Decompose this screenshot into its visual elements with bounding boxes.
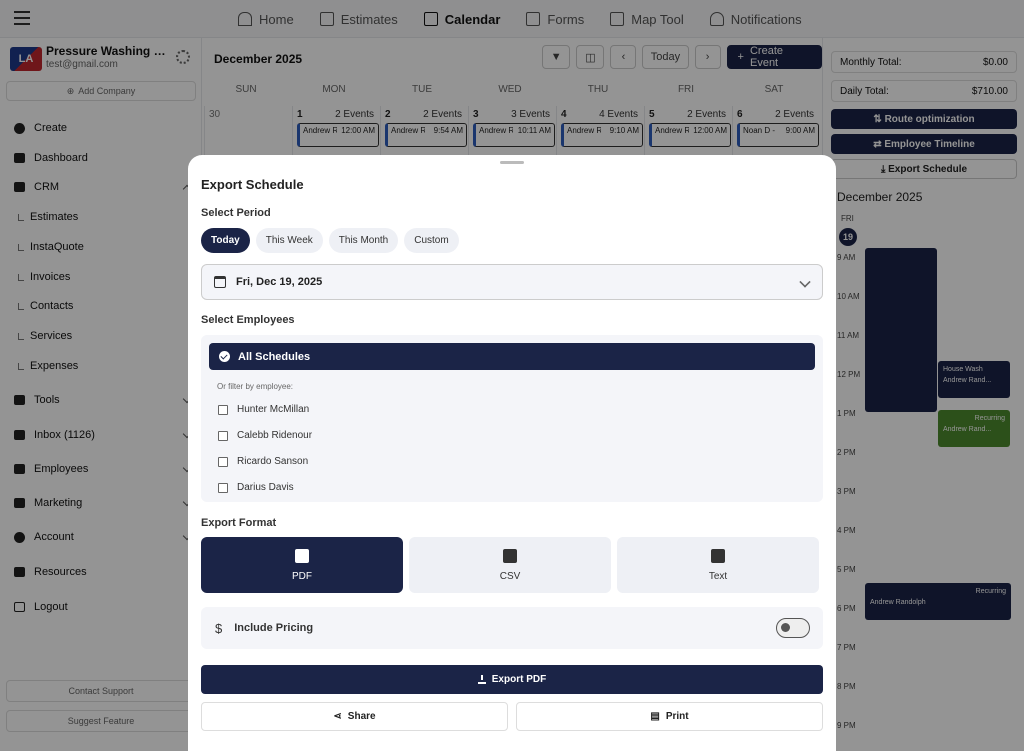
employee-name: Darius Davis (237, 482, 294, 493)
download-icon (477, 675, 486, 684)
share-icon: ⋖ (333, 711, 342, 722)
calendar-icon (214, 276, 226, 288)
period-custom[interactable]: Custom (404, 228, 459, 253)
format-pdf[interactable]: PDF (201, 537, 403, 593)
filter-hint: Or filter by employee: (217, 382, 294, 391)
checkbox[interactable] (218, 430, 228, 441)
print-button[interactable]: ▤ Print (516, 702, 823, 731)
drag-handle[interactable] (500, 161, 524, 164)
date-picker[interactable]: Fri, Dec 19, 2025 (201, 264, 823, 300)
format-label-pdf: PDF (292, 570, 312, 582)
checkbox[interactable] (218, 456, 228, 467)
employees-label: Select Employees (201, 314, 295, 326)
printer-icon: ▤ (650, 711, 660, 722)
selected-date: Fri, Dec 19, 2025 (236, 276, 323, 288)
check-circle-icon (219, 351, 230, 362)
checkbox[interactable] (218, 482, 228, 493)
format-selector: PDF CSV Text (201, 537, 819, 593)
format-label-csv: CSV (499, 570, 521, 582)
period-this-month[interactable]: This Month (328, 228, 399, 253)
employee-option[interactable]: Calebb Ridenour (218, 430, 312, 441)
pdf-icon (295, 548, 309, 563)
all-schedules-option[interactable]: All Schedules (209, 343, 815, 370)
period-today[interactable]: Today (201, 228, 250, 253)
employee-option[interactable]: Hunter McMillan (218, 404, 309, 415)
edit-icon[interactable] (799, 276, 811, 288)
share-button[interactable]: ⋖ Share (201, 702, 508, 731)
format-label-text: Text (708, 570, 728, 582)
period-label: Select Period (201, 207, 271, 219)
period-this-week[interactable]: This Week (255, 228, 323, 253)
period-selector: Today This Week This Month Custom (201, 228, 459, 253)
table-icon (503, 548, 517, 563)
dollar-icon: $ (215, 620, 223, 636)
format-label: Export Format (201, 517, 277, 529)
employee-option[interactable]: Ricardo Sanson (218, 456, 308, 467)
include-pricing-label: Include Pricing (234, 622, 314, 634)
checkbox[interactable] (218, 404, 228, 415)
employee-selector: All Schedules Or filter by employee: Hun… (201, 335, 823, 502)
format-csv[interactable]: CSV (409, 537, 611, 593)
employee-option[interactable]: Darius Davis (218, 482, 294, 493)
include-pricing-row: $ Include Pricing (201, 607, 823, 649)
all-schedules-label: All Schedules (238, 350, 311, 363)
employee-name: Hunter McMillan (237, 404, 310, 415)
employee-name: Calebb Ridenour (237, 430, 313, 441)
export-schedule-sheet: Export Schedule Select Period Today This… (188, 155, 836, 751)
employee-name: Ricardo Sanson (237, 456, 309, 467)
export-pdf-button[interactable]: Export PDF (201, 665, 823, 694)
document-icon (711, 548, 725, 563)
format-text[interactable]: Text (617, 537, 819, 593)
sheet-title: Export Schedule (201, 177, 304, 192)
include-pricing-toggle[interactable] (776, 618, 810, 638)
